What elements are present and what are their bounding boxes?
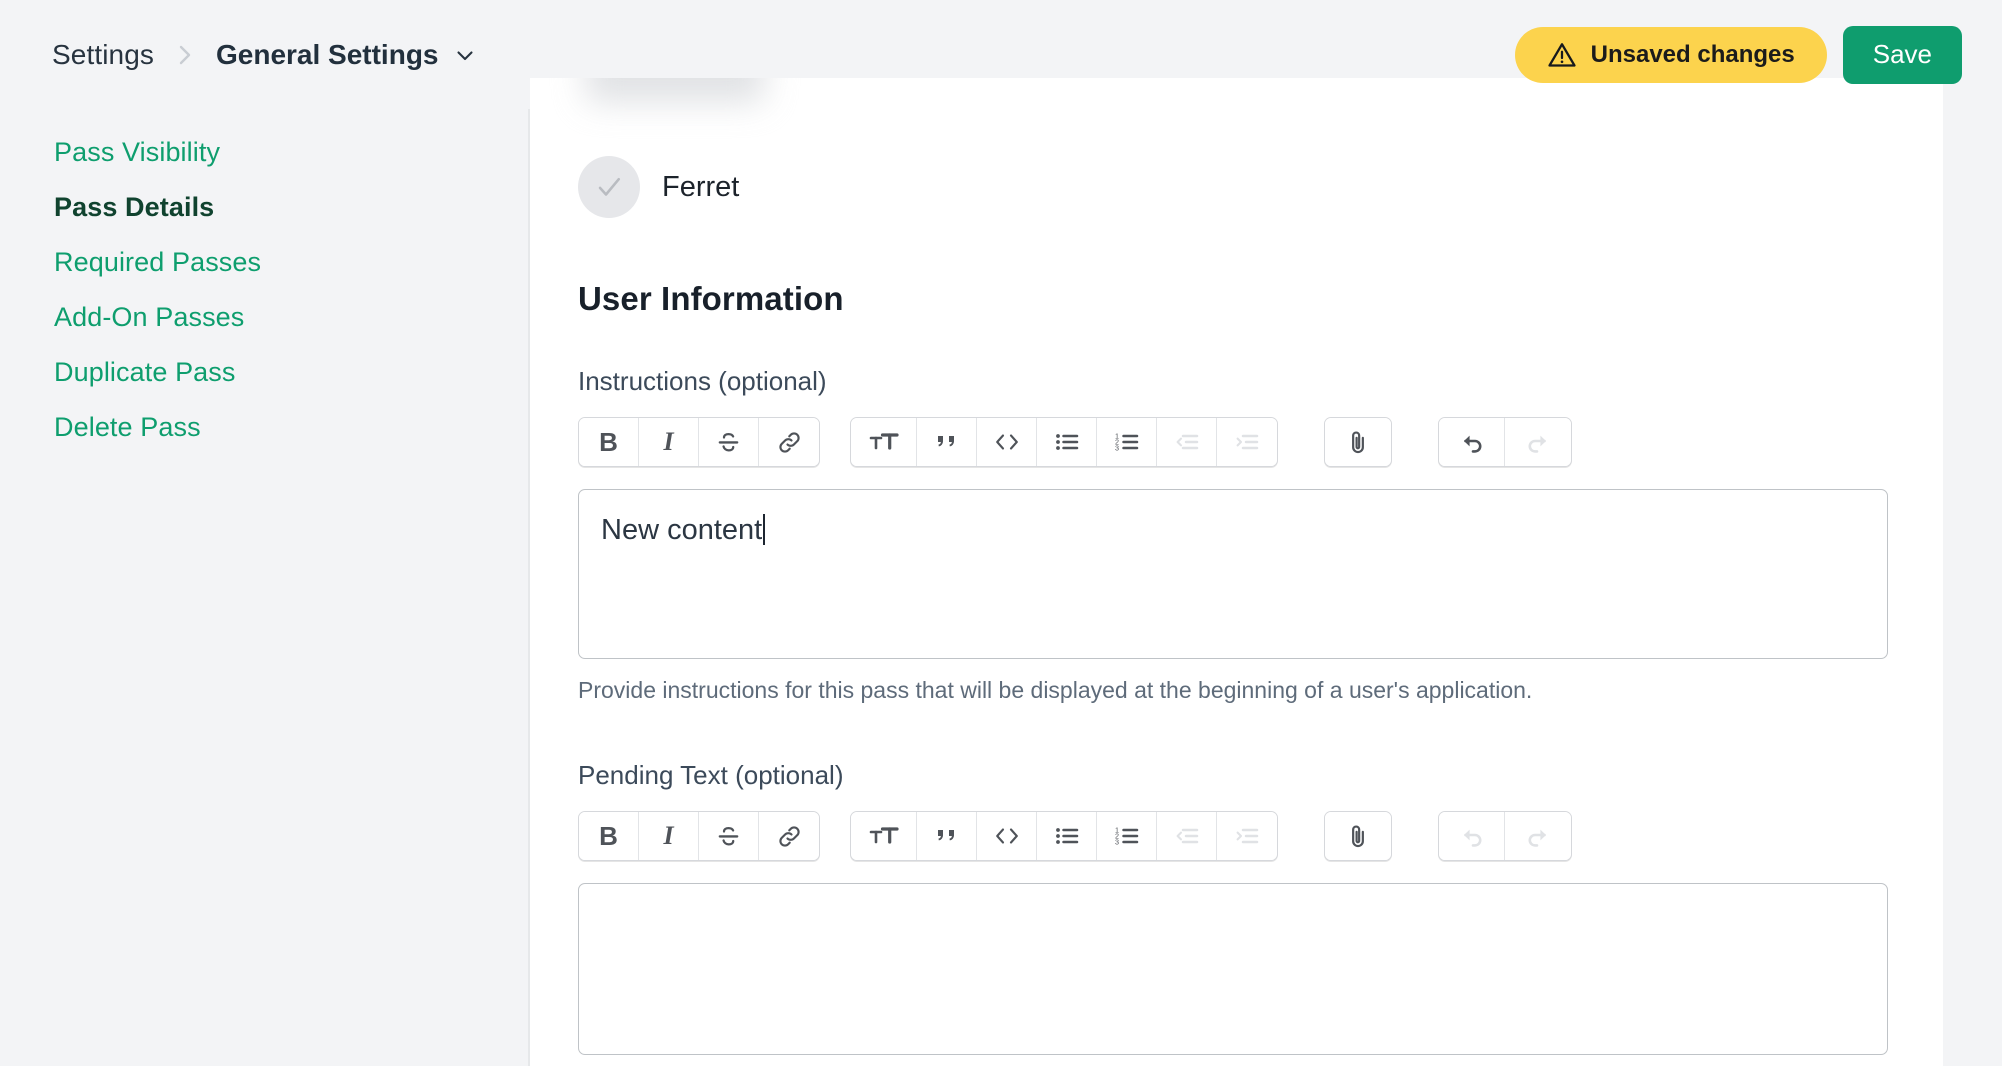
save-button[interactable]: Save: [1842, 25, 1962, 84]
breadcrumb-current-label: General Settings: [215, 38, 439, 70]
sidebar-item-required-passes[interactable]: Required Passes: [0, 235, 528, 290]
toolbar-group-attachment: [1324, 417, 1392, 467]
entity-header: Ferret: [578, 156, 1943, 218]
attachment-paperclip-icon[interactable]: [1325, 418, 1391, 466]
instructions-textarea[interactable]: New content: [578, 489, 1888, 659]
content-panel: Ferret User Information Instructions (op…: [530, 78, 1943, 1066]
field-label-instructions: Instructions (optional): [578, 366, 827, 396]
field-label-pending-text: Pending Text (optional): [578, 760, 844, 790]
unsaved-changes-label: Unsaved changes: [1590, 40, 1795, 68]
settings-sidebar: Pass Visibility Pass Details Required Pa…: [0, 109, 528, 1066]
warning-triangle-icon: [1547, 40, 1577, 70]
italic-icon[interactable]: I: [639, 812, 699, 860]
sidebar-item-delete-pass[interactable]: Delete Pass: [0, 400, 528, 455]
pending-text-textarea[interactable]: [578, 883, 1888, 1055]
section-title: User Information: [578, 280, 844, 317]
toolbar-group-block-format: 1 2 3: [850, 811, 1278, 861]
sidebar-item-add-on-passes[interactable]: Add-On Passes: [0, 290, 528, 345]
sidebar-divider: [528, 109, 530, 1066]
breadcrumb-root-link[interactable]: Settings: [52, 39, 154, 71]
redo-icon[interactable]: [1505, 418, 1571, 466]
bullet-list-icon[interactable]: [1037, 812, 1097, 860]
toolbar-group-block-format: 1 2 3: [850, 417, 1278, 467]
toolbar-group-history: [1438, 417, 1572, 467]
italic-icon[interactable]: I: [639, 418, 699, 466]
field-pending-text: Pending Text (optional) B I 1 2 3: [578, 760, 1888, 1055]
sidebar-item-duplicate-pass[interactable]: Duplicate Pass: [0, 345, 528, 400]
outdent-icon[interactable]: [1157, 812, 1217, 860]
sidebar-item-pass-details[interactable]: Pass Details: [0, 180, 528, 235]
sidebar-item-pass-visibility[interactable]: Pass Visibility: [0, 125, 528, 180]
code-icon[interactable]: [977, 812, 1037, 860]
numbered-list-icon[interactable]: 1 2 3: [1097, 812, 1157, 860]
top-bar-actions: Unsaved changes Save: [1514, 25, 1962, 84]
strikethrough-icon[interactable]: [699, 812, 759, 860]
blockquote-icon[interactable]: [917, 418, 977, 466]
instructions-help-text: Provide instructions for this pass that …: [578, 677, 1533, 703]
entity-name: Ferret: [662, 170, 740, 203]
link-icon[interactable]: [759, 812, 819, 860]
outdent-icon[interactable]: [1157, 418, 1217, 466]
bold-icon[interactable]: B: [579, 418, 639, 466]
heading-text-size-icon[interactable]: [851, 812, 917, 860]
heading-text-size-icon[interactable]: [851, 418, 917, 466]
editor-toolbar-instructions: B I 1 2 3: [578, 417, 1888, 467]
text-cursor: [763, 514, 766, 545]
instructions-text-value: New content: [601, 514, 763, 546]
redo-icon[interactable]: [1505, 812, 1571, 860]
editor-toolbar-pending-text: B I 1 2 3: [578, 811, 1888, 861]
code-icon[interactable]: [977, 418, 1037, 466]
chevron-right-icon: [176, 41, 194, 69]
toolbar-group-inline-format: B I: [578, 417, 820, 467]
blockquote-icon[interactable]: [917, 812, 977, 860]
top-bar: Settings General Settings Unsaved change…: [0, 0, 2002, 109]
undo-icon[interactable]: [1439, 418, 1505, 466]
check-circle-icon: [578, 156, 640, 218]
link-icon[interactable]: [759, 418, 819, 466]
toolbar-group-attachment: [1324, 811, 1392, 861]
bullet-list-icon[interactable]: [1037, 418, 1097, 466]
breadcrumb: Settings General Settings: [52, 0, 477, 109]
strikethrough-icon[interactable]: [699, 418, 759, 466]
svg-text:3: 3: [1115, 837, 1119, 846]
svg-text:3: 3: [1115, 443, 1119, 452]
numbered-list-icon[interactable]: 1 2 3: [1097, 418, 1157, 466]
toolbar-group-history: [1438, 811, 1572, 861]
field-instructions: Instructions (optional) B I 1 2 3 New co…: [578, 366, 1888, 704]
chevron-down-icon: [453, 43, 477, 67]
indent-icon[interactable]: [1217, 812, 1277, 860]
indent-icon[interactable]: [1217, 418, 1277, 466]
breadcrumb-current-dropdown[interactable]: General Settings: [216, 39, 477, 71]
settings-page: Settings General Settings Unsaved change…: [0, 0, 2002, 1066]
unsaved-changes-badge: Unsaved changes: [1514, 26, 1827, 83]
bold-icon[interactable]: B: [579, 812, 639, 860]
toolbar-group-inline-format: B I: [578, 811, 820, 861]
undo-icon[interactable]: [1439, 812, 1505, 860]
attachment-paperclip-icon[interactable]: [1325, 812, 1391, 860]
